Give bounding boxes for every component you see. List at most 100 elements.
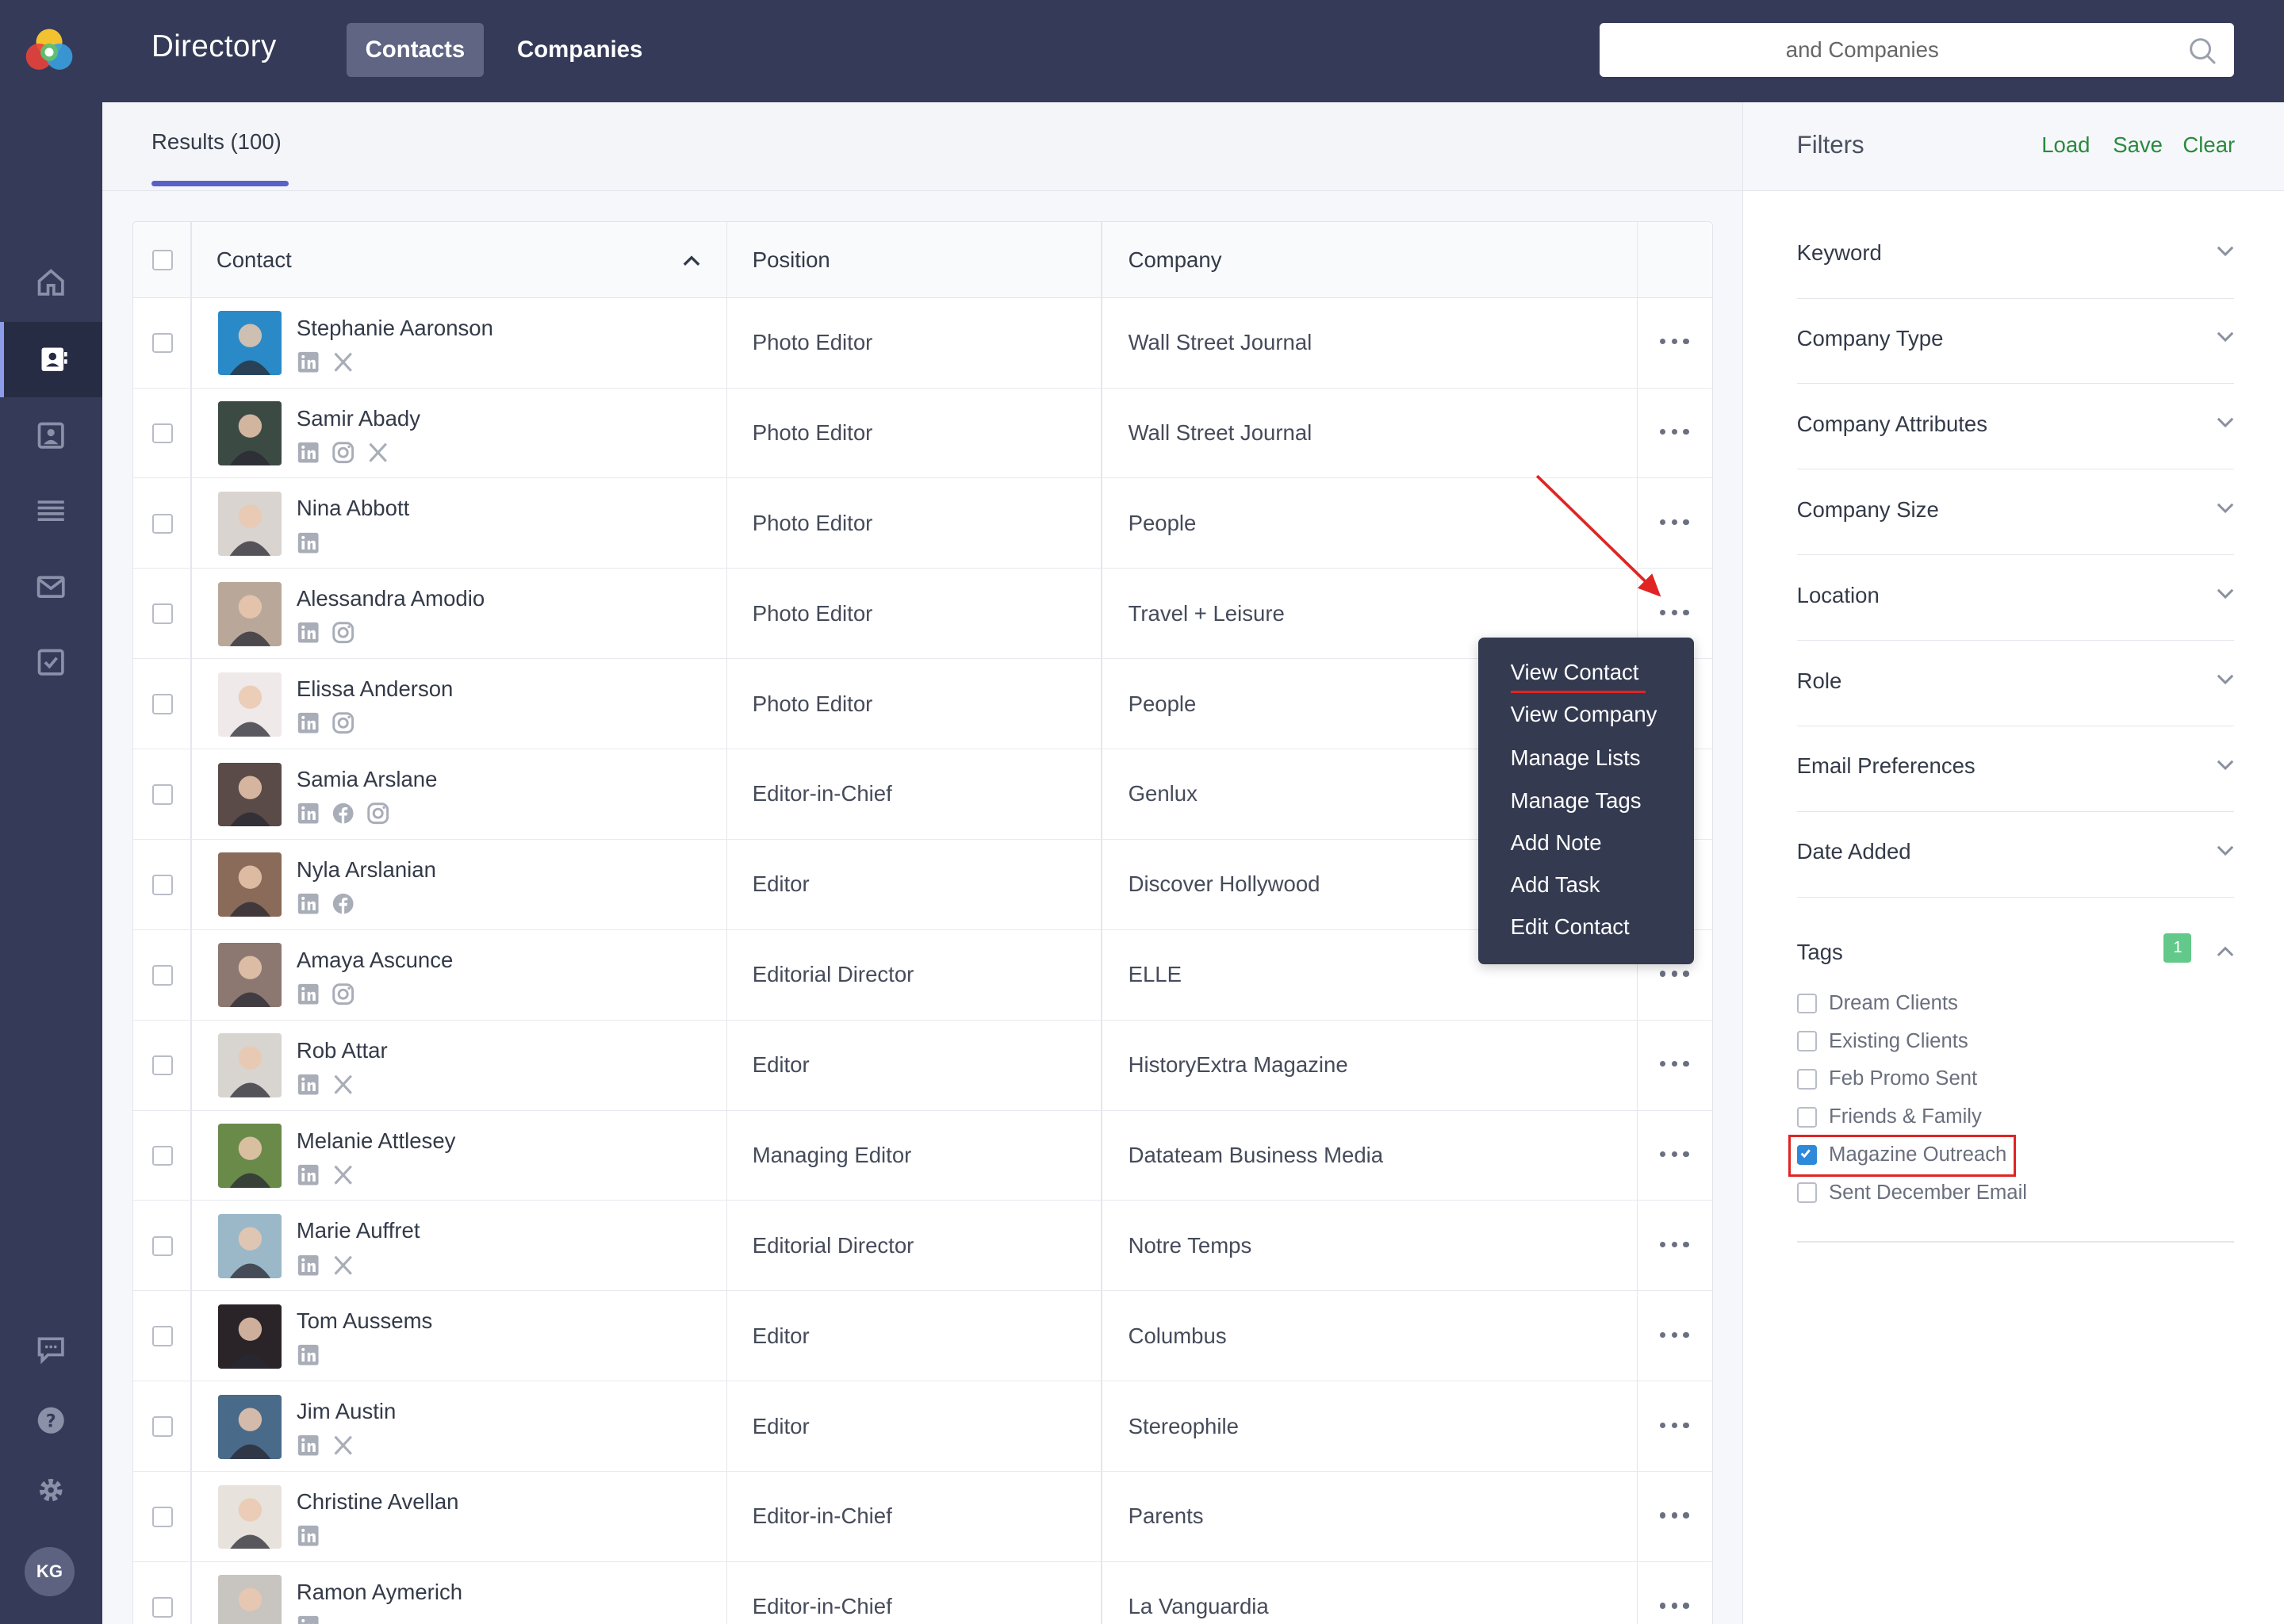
- contact-company[interactable]: Datateam Business Media: [1129, 1143, 1384, 1168]
- contact-company[interactable]: Stereophile: [1129, 1414, 1239, 1439]
- linkedin-icon[interactable]: [297, 621, 320, 650]
- table-row[interactable]: Stephanie Aaronson Photo Editor Wall Str…: [133, 298, 1712, 389]
- filters-save-link[interactable]: Save: [2113, 132, 2163, 158]
- nav-tab-contacts[interactable]: Contacts: [347, 23, 484, 78]
- table-row[interactable]: Tom Aussems Editor Columbus: [133, 1291, 1712, 1382]
- table-row[interactable]: Rob Attar Editor HistoryExtra Magazine: [133, 1021, 1712, 1111]
- facebook-icon[interactable]: [331, 802, 354, 831]
- filter-section-date-added[interactable]: Date Added: [1796, 811, 2234, 898]
- menu-item-view-company[interactable]: View Company: [1511, 702, 1657, 727]
- contact-company[interactable]: La Vanguardia: [1129, 1594, 1269, 1619]
- row-checkbox[interactable]: [152, 875, 173, 895]
- instagram-icon[interactable]: [331, 621, 354, 650]
- table-row[interactable]: Samia Arslane Editor-in-Chief Genlux: [133, 749, 1712, 840]
- more-actions-icon[interactable]: [1659, 1144, 1689, 1165]
- instagram-icon[interactable]: [331, 441, 354, 470]
- contacts-icon[interactable]: [0, 321, 102, 398]
- user-avatar[interactable]: KG: [25, 1546, 75, 1596]
- linkedin-icon[interactable]: [297, 1163, 320, 1193]
- contact-name[interactable]: Samia Arslane: [297, 767, 438, 792]
- linkedin-icon[interactable]: [297, 802, 320, 831]
- feedback-icon[interactable]: [0, 1311, 102, 1387]
- row-checkbox[interactable]: [152, 603, 173, 625]
- linkedin-icon[interactable]: [297, 1073, 320, 1102]
- tag-checkbox[interactable]: [1796, 993, 1818, 1014]
- filters-load-link[interactable]: Load: [2041, 132, 2090, 158]
- menu-item-add-note[interactable]: Add Note: [1511, 830, 1602, 856]
- x-icon[interactable]: [331, 1163, 354, 1193]
- instagram-icon[interactable]: [331, 982, 354, 1012]
- row-checkbox[interactable]: [152, 1235, 173, 1257]
- filter-section-company-type[interactable]: Company Type: [1796, 298, 2234, 385]
- search-icon[interactable]: [2188, 36, 2217, 66]
- tag-option[interactable]: Existing Clients: [1796, 1027, 1968, 1056]
- linkedin-icon[interactable]: [297, 711, 320, 741]
- row-checkbox[interactable]: [152, 1507, 173, 1527]
- contact-name[interactable]: Nina Abbott: [297, 496, 409, 521]
- more-actions-icon[interactable]: [1659, 1415, 1689, 1435]
- row-checkbox[interactable]: [152, 1055, 173, 1076]
- contact-company[interactable]: Discover Hollywood: [1129, 871, 1320, 897]
- chevron-down-icon[interactable]: [2217, 674, 2234, 686]
- menu-item-edit-contact[interactable]: Edit Contact: [1511, 914, 1630, 940]
- row-checkbox[interactable]: [152, 1145, 173, 1166]
- app-logo-icon[interactable]: [23, 25, 75, 77]
- contact-company[interactable]: HistoryExtra Magazine: [1129, 1052, 1348, 1078]
- more-actions-icon[interactable]: [1659, 963, 1689, 984]
- chevron-down-icon[interactable]: [2217, 246, 2234, 258]
- more-actions-icon[interactable]: [1659, 1235, 1689, 1255]
- x-icon[interactable]: [331, 1434, 354, 1463]
- filter-section-keyword[interactable]: Keyword: [1796, 213, 2234, 299]
- tag-option[interactable]: Sent December Email: [1796, 1178, 2027, 1208]
- col-header-company[interactable]: Company: [1129, 222, 1222, 298]
- linkedin-icon[interactable]: [297, 1434, 320, 1463]
- filter-section-role[interactable]: Role: [1796, 641, 2234, 727]
- tag-checkbox[interactable]: [1796, 1069, 1818, 1090]
- table-row[interactable]: Jim Austin Editor Stereophile: [133, 1381, 1712, 1473]
- row-checkbox[interactable]: [152, 694, 173, 714]
- chevron-down-icon[interactable]: [2217, 331, 2234, 343]
- contact-name[interactable]: Alessandra Amodio: [297, 586, 485, 611]
- filters-clear-link[interactable]: Clear: [2182, 132, 2235, 158]
- contact-company[interactable]: Columbus: [1129, 1323, 1227, 1349]
- menu-item-add-task[interactable]: Add Task: [1511, 872, 1600, 898]
- menu-item-manage-lists[interactable]: Manage Lists: [1511, 745, 1641, 771]
- instagram-icon[interactable]: [331, 711, 354, 741]
- tag-option[interactable]: Dream Clients: [1796, 989, 1958, 1018]
- table-row[interactable]: Elissa Anderson Photo Editor People: [133, 659, 1712, 750]
- chevron-down-icon[interactable]: [2217, 760, 2234, 772]
- tag-option[interactable]: Feb Promo Sent: [1796, 1065, 1977, 1094]
- more-actions-icon[interactable]: [1659, 1325, 1689, 1346]
- table-row[interactable]: Ramon Aymerich Editor-in-Chief La Vangua…: [133, 1562, 1712, 1624]
- table-row[interactable]: Marie Auffret Editorial Director Notre T…: [133, 1201, 1712, 1292]
- more-actions-icon[interactable]: [1659, 331, 1689, 352]
- contact-company[interactable]: ELLE: [1129, 962, 1182, 987]
- contact-company[interactable]: People: [1129, 691, 1197, 717]
- contact-name[interactable]: Nyla Arslanian: [297, 857, 436, 883]
- x-icon[interactable]: [331, 1254, 354, 1283]
- contact-name[interactable]: Jim Austin: [297, 1399, 397, 1424]
- table-row[interactable]: Nyla Arslanian Editor Discover Hollywood: [133, 840, 1712, 930]
- contact-name[interactable]: Stephanie Aaronson: [297, 316, 493, 341]
- tasks-icon[interactable]: [0, 625, 102, 701]
- linkedin-icon[interactable]: [297, 892, 320, 921]
- chevron-down-icon[interactable]: [2217, 588, 2234, 600]
- filter-section-email-preferences[interactable]: Email Preferences: [1796, 726, 2234, 812]
- more-actions-icon[interactable]: [1659, 1505, 1689, 1526]
- nav-tab-companies[interactable]: Companies: [517, 23, 642, 77]
- linkedin-icon[interactable]: [297, 1614, 320, 1624]
- contact-name[interactable]: Elissa Anderson: [297, 676, 454, 702]
- select-all-checkbox[interactable]: [152, 250, 173, 270]
- menu-item-manage-tags[interactable]: Manage Tags: [1511, 788, 1642, 814]
- table-row[interactable]: Christine Avellan Editor-in-Chief Parent…: [133, 1472, 1712, 1562]
- row-checkbox[interactable]: [152, 332, 173, 354]
- contact-company[interactable]: Notre Temps: [1129, 1233, 1252, 1258]
- contact-company[interactable]: Wall Street Journal: [1129, 420, 1313, 446]
- contact-company[interactable]: Wall Street Journal: [1129, 330, 1313, 355]
- linkedin-icon[interactable]: [297, 1343, 320, 1373]
- tag-option[interactable]: Friends & Family: [1796, 1102, 1982, 1132]
- linkedin-icon[interactable]: [297, 1254, 320, 1283]
- help-icon[interactable]: ?: [0, 1382, 102, 1458]
- list-icon[interactable]: [0, 473, 102, 550]
- mail-icon[interactable]: [0, 549, 102, 625]
